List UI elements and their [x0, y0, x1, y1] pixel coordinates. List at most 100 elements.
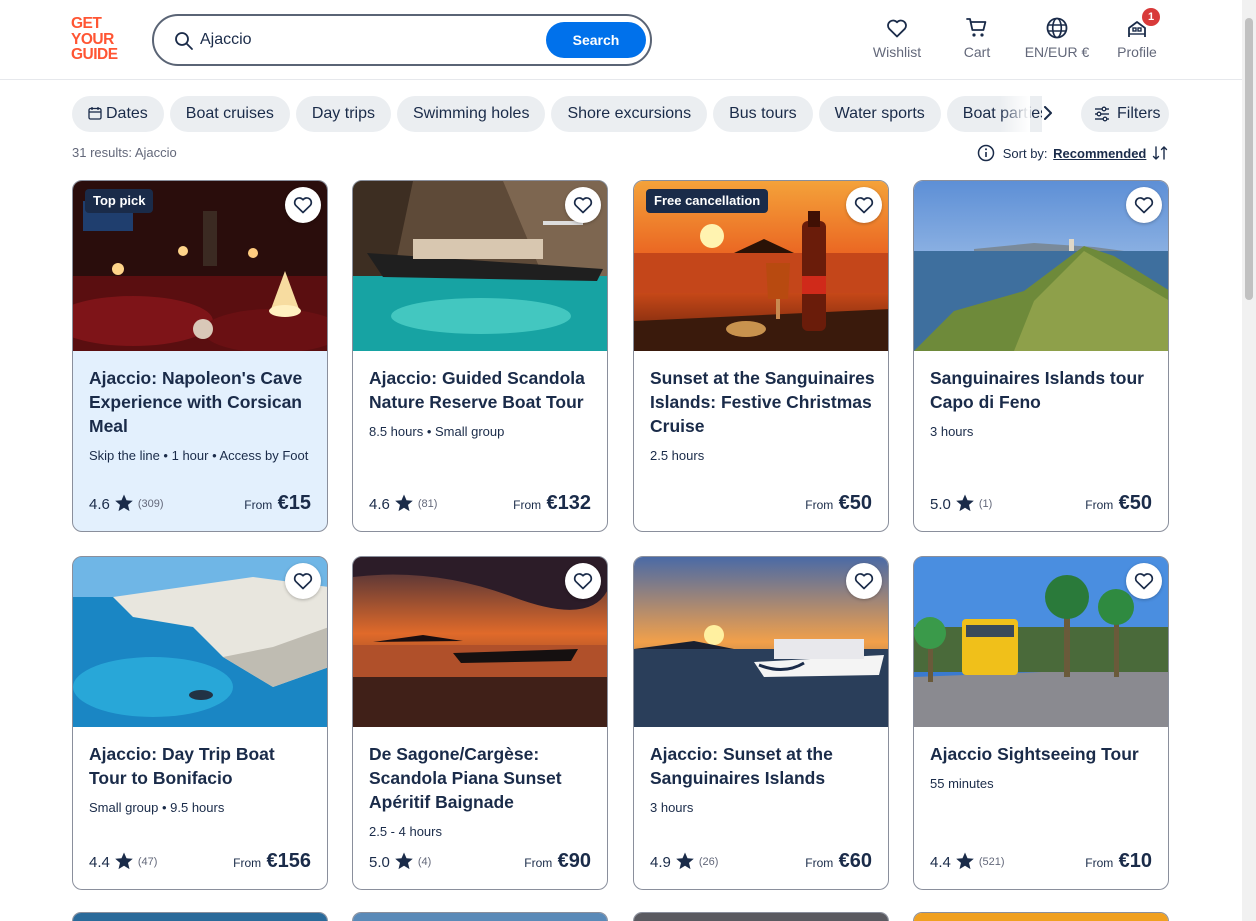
star-icon: [956, 852, 974, 870]
chip-label: Swimming holes: [412, 105, 530, 122]
activity-meta: 55 minutes: [930, 776, 994, 791]
activity-card[interactable]: Ajaccio Sightseeing Tour 55 minutes 4.4 (…: [913, 556, 1169, 890]
logo-line: GUIDE: [71, 46, 118, 63]
activity-card-partial[interactable]: [72, 912, 328, 921]
wishlist-button[interactable]: [846, 187, 882, 223]
price-value: €50: [1118, 492, 1152, 514]
chip-label: Shore excursions: [567, 105, 692, 122]
price-value: €10: [1118, 850, 1152, 872]
activity-title[interactable]: Sunset at the Sanguinaires Islands: Fest…: [650, 366, 878, 438]
chip-swimming-holes[interactable]: Swimming holes: [396, 96, 546, 132]
star-icon: [395, 494, 413, 512]
chip-label: Water sports: [834, 105, 925, 122]
activity-card[interactable]: Ajaccio: Day Trip Boat Tour to Bonifacio…: [72, 556, 328, 890]
scrollbar-thumb[interactable]: [1245, 18, 1253, 300]
chip-label: Day trips: [311, 105, 375, 122]
info-icon[interactable]: [977, 144, 995, 162]
cart-icon: [966, 18, 987, 37]
activity-title[interactable]: Sanguinaires Islands tour Capo di Feno: [930, 366, 1158, 414]
wishlist-button[interactable]: [285, 187, 321, 223]
nav-profile-label: Profile: [1117, 44, 1157, 60]
activity-rating: 5.0 (4): [369, 851, 431, 871]
wishlist-button[interactable]: [565, 187, 601, 223]
activity-meta: 8.5 hours • Small group: [369, 424, 505, 439]
nav-wishlist[interactable]: Wishlist: [872, 16, 922, 60]
star-icon: [395, 852, 413, 870]
activity-title[interactable]: Ajaccio: Guided Scandola Nature Reserve …: [369, 366, 597, 414]
activity-card-partial[interactable]: [352, 912, 608, 921]
price-prefix: From: [513, 498, 542, 512]
price-prefix: From: [805, 856, 834, 870]
activity-price: From €50: [805, 492, 872, 515]
activity-card[interactable]: Ajaccio: Guided Scandola Nature Reserve …: [352, 180, 608, 532]
activity-card[interactable]: Free cancellation Sunset at the Sanguina…: [633, 180, 889, 532]
chip-water-sports[interactable]: Water sports: [818, 96, 941, 132]
activity-price: From €60: [805, 850, 872, 873]
chip-shore-excursions[interactable]: Shore excursions: [551, 96, 708, 132]
star-icon: [115, 852, 133, 870]
sort-value[interactable]: Recommended: [1053, 146, 1146, 161]
activity-title[interactable]: Ajaccio: Sunset at the Sanguinaires Isla…: [650, 742, 878, 790]
activity-price: From €132: [513, 492, 591, 515]
activity-card[interactable]: Ajaccio: Sunset at the Sanguinaires Isla…: [633, 556, 889, 890]
search-button[interactable]: Search: [546, 22, 646, 58]
page-scrollbar[interactable]: [1242, 0, 1256, 921]
nav-language-currency[interactable]: EN/EUR €: [1022, 16, 1092, 60]
search-icon: [175, 32, 193, 50]
getyourguide-logo[interactable]: GET YOUR GUIDE: [71, 16, 131, 64]
activity-card[interactable]: De Sagone/Cargèse: Scandola Piana Sunset…: [352, 556, 608, 890]
activity-card[interactable]: Sanguinaires Islands tour Capo di Feno 3…: [913, 180, 1169, 532]
chevron-right-icon: [1044, 106, 1052, 120]
filters-button[interactable]: Filters: [1081, 96, 1169, 132]
site-header: GET YOUR GUIDE Search Wishlist Cart EN/E…: [0, 0, 1242, 80]
nav-wishlist-label: Wishlist: [872, 44, 922, 60]
price-value: €132: [546, 492, 592, 514]
activity-meta: 3 hours: [650, 800, 694, 815]
sort-direction-icon[interactable]: [1152, 145, 1168, 161]
chip-boat-cruises[interactable]: Boat cruises: [169, 96, 290, 132]
review-count: (26): [698, 856, 719, 868]
heart-icon: [1134, 197, 1154, 214]
activity-title[interactable]: Ajaccio: Day Trip Boat Tour to Bonifacio: [89, 742, 317, 790]
free-cancellation-badge: Free cancellation: [646, 189, 769, 213]
sort-control[interactable]: Sort by: Recommended: [977, 144, 1168, 162]
wishlist-button[interactable]: [565, 563, 601, 599]
activity-card-partial[interactable]: [913, 912, 1169, 921]
nav-profile[interactable]: 1 Profile: [1114, 8, 1160, 60]
search-bar: Search: [152, 14, 652, 66]
nav-cart-label: Cart: [963, 44, 991, 60]
price-value: €60: [838, 850, 872, 872]
chip-dates[interactable]: Dates: [72, 96, 164, 132]
review-count: (309): [137, 498, 164, 510]
activity-rating: 4.4 (521): [930, 851, 1005, 871]
heart-icon: [887, 19, 907, 38]
wishlist-button[interactable]: [285, 563, 321, 599]
nav-cart[interactable]: Cart: [957, 16, 997, 60]
price-value: €156: [266, 850, 312, 872]
wishlist-button[interactable]: [846, 563, 882, 599]
chip-day-trips[interactable]: Day trips: [295, 96, 391, 132]
top-pick-badge: Top pick: [85, 189, 154, 213]
filter-sliders-icon: [1095, 106, 1109, 122]
logo-line: GET: [71, 15, 102, 32]
activity-title[interactable]: Ajaccio Sightseeing Tour: [930, 742, 1158, 766]
activity-card-partial[interactable]: [633, 912, 889, 921]
heart-icon: [573, 197, 593, 214]
activity-price: From €50: [1085, 492, 1152, 515]
activity-card[interactable]: Top pick Ajaccio: Napoleon's Cave Experi…: [72, 180, 328, 532]
price-value: €90: [557, 850, 591, 872]
chips-next-button[interactable]: [1032, 98, 1064, 130]
wishlist-button[interactable]: [1126, 563, 1162, 599]
activity-image: [914, 913, 1168, 921]
chip-bus-tours[interactable]: Bus tours: [713, 96, 813, 132]
wishlist-button[interactable]: [1126, 187, 1162, 223]
search-input[interactable]: [200, 28, 530, 52]
star-icon: [676, 852, 694, 870]
activity-title[interactable]: Ajaccio: Napoleon's Cave Experience with…: [89, 366, 317, 438]
activity-price: From €15: [244, 492, 311, 515]
heart-icon: [293, 197, 313, 214]
activity-image: [353, 913, 607, 921]
activity-image: [634, 913, 888, 921]
activity-title[interactable]: De Sagone/Cargèse: Scandola Piana Sunset…: [369, 742, 597, 814]
activity-meta: 3 hours: [930, 424, 974, 439]
